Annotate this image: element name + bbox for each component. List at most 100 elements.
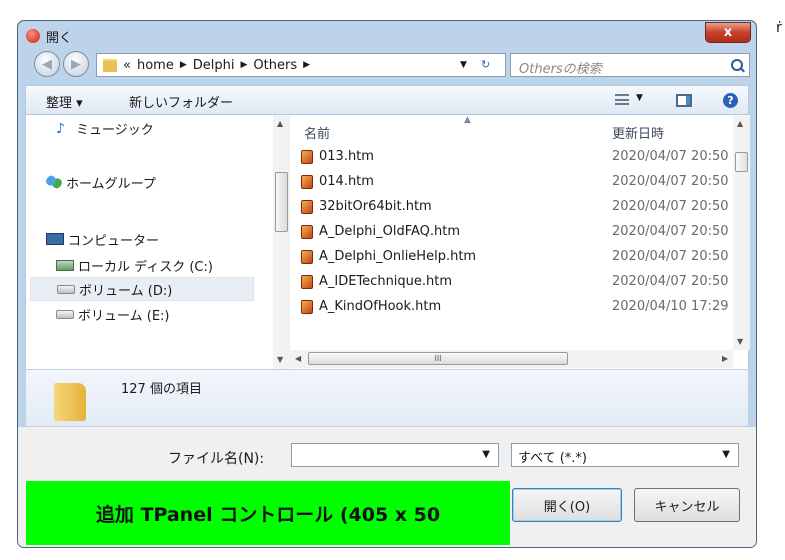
file-date: 2020/04/07 20:50 — [612, 149, 729, 164]
view-icon[interactable] — [615, 94, 629, 105]
file-name: A_KindOfHook.htm — [319, 299, 442, 314]
dialog-footer: ファイル名(N): ▼ すべて (*.*) ▼ 追加 TPanel コントロール… — [18, 427, 756, 547]
sort-ascending-icon: ▲ — [464, 115, 471, 125]
nav-item-label: ローカル ディスク (C:) — [78, 259, 213, 275]
search-input[interactable]: Othersの検索 — [519, 58, 602, 77]
file-row[interactable]: 32bitOr64bit.htm 2020/04/07 20:50 — [290, 194, 733, 219]
column-header-date[interactable]: 更新日時 — [612, 123, 664, 142]
filetype-value: すべて (*.*) — [518, 451, 587, 466]
breadcrumb-overflow[interactable]: « — [123, 58, 131, 73]
drive-icon — [56, 309, 74, 319]
scroll-down-icon[interactable]: ▼ — [277, 355, 283, 364]
back-button[interactable]: ◀ — [34, 51, 60, 77]
file-date: 2020/04/07 20:50 — [612, 224, 729, 239]
nav-item-computer[interactable]: コンピューター — [46, 227, 159, 251]
cancel-button[interactable]: キャンセル — [634, 488, 740, 522]
forward-button[interactable]: ▶ — [63, 51, 89, 77]
open-button[interactable]: 開く(O) — [512, 488, 622, 522]
file-date: 2020/04/10 17:29 — [612, 299, 729, 314]
scroll-thumb[interactable] — [275, 172, 288, 232]
chevron-right-icon[interactable]: ▶ — [240, 60, 247, 70]
window-title: 開く — [46, 31, 73, 46]
search-icon[interactable] — [731, 59, 743, 71]
html-file-icon — [301, 225, 313, 239]
scroll-thumb[interactable]: III — [308, 352, 568, 365]
search-box[interactable]: Othersの検索 — [510, 53, 750, 77]
scroll-up-icon[interactable]: ▲ — [737, 119, 743, 128]
organize-button[interactable]: 整理 ▾ — [46, 92, 83, 111]
nav-item-volume-e[interactable]: ボリューム (E:) — [56, 302, 169, 326]
file-name: 013.htm — [319, 149, 374, 164]
drive-icon — [57, 284, 75, 294]
file-list: ▲ 名前 更新日時 013.htm 2020/04/07 20:50 014.h… — [290, 115, 733, 350]
file-row[interactable]: 014.htm 2020/04/07 20:50 — [290, 169, 733, 194]
breadcrumb-others[interactable]: Others — [253, 58, 297, 73]
file-name: A_IDETechnique.htm — [319, 274, 453, 289]
chevron-down-icon[interactable]: ▼ — [722, 449, 730, 460]
nav-item-music[interactable]: ♪ ミュージック — [56, 116, 154, 140]
preview-pane-icon[interactable] — [676, 94, 692, 107]
new-folder-button[interactable]: 新しいフォルダー — [129, 92, 233, 111]
music-icon: ♪ — [56, 121, 65, 137]
app-icon — [26, 29, 40, 43]
file-list-scrollbar[interactable]: ▲ ▼ — [733, 115, 750, 350]
nav-item-label: ホームグループ — [66, 176, 156, 192]
nav-item-label: ボリューム (D:) — [79, 283, 173, 299]
refresh-icon[interactable]: ↻ — [481, 58, 490, 71]
nav-scrollbar[interactable]: ▲ ▼ — [273, 115, 290, 369]
nav-item-label: ボリューム (E:) — [78, 308, 170, 324]
edge-text: ṙ — [776, 20, 782, 36]
chevron-right-icon[interactable]: ▶ — [303, 60, 310, 70]
details-pane: 127 個の項目 — [25, 369, 749, 427]
breadcrumb-home[interactable]: home — [137, 58, 174, 73]
scroll-up-icon[interactable]: ▲ — [277, 119, 283, 128]
nav-item-volume-d[interactable]: ボリューム (D:) — [30, 277, 254, 301]
navigation-pane: ♪ ミュージック ホームグループ コンピューター ローカル ディスク (C:) … — [26, 115, 273, 369]
file-date: 2020/04/07 20:50 — [612, 199, 729, 214]
file-name: 32bitOr64bit.htm — [319, 199, 432, 214]
html-file-icon — [301, 275, 313, 289]
file-name: A_Delphi_OnlieHelp.htm — [319, 249, 477, 264]
command-toolbar: 整理 ▾ 新しいフォルダー ▼ ? — [25, 85, 749, 115]
chevron-down-icon[interactable]: ▼ — [482, 449, 490, 460]
computer-icon — [46, 233, 64, 245]
nav-item-label: ミュージック — [76, 122, 154, 138]
breadcrumb-delphi[interactable]: Delphi — [193, 58, 235, 73]
close-button[interactable]: x — [705, 22, 751, 43]
filename-label: ファイル名(N): — [168, 451, 265, 467]
file-row[interactable]: A_IDETechnique.htm 2020/04/07 20:50 — [290, 269, 733, 294]
file-row[interactable]: A_Delphi_OnlieHelp.htm 2020/04/07 20:50 — [290, 244, 733, 269]
chevron-right-icon[interactable]: ▶ — [180, 60, 187, 70]
horizontal-scrollbar[interactable]: ◀ III ▶ — [290, 350, 733, 368]
back-arrow-icon: ◀ — [42, 56, 52, 72]
scroll-down-icon[interactable]: ▼ — [737, 337, 743, 346]
filetype-select[interactable]: すべて (*.*) ▼ — [511, 443, 739, 467]
filename-input[interactable]: ▼ — [291, 443, 499, 467]
scroll-thumb[interactable] — [735, 152, 748, 172]
homegroup-icon — [46, 175, 62, 189]
file-row[interactable]: A_KindOfHook.htm 2020/04/10 17:29 — [290, 294, 733, 319]
column-header-name[interactable]: 名前 — [304, 123, 330, 142]
open-dialog: 開く x ◀ ▶ « home ▶ Delphi ▶ Others ▶ ▼ ↻ … — [17, 20, 757, 548]
file-row[interactable]: 013.htm 2020/04/07 20:50 — [290, 144, 733, 169]
html-file-icon — [301, 175, 313, 189]
item-count: 127 個の項目 — [121, 382, 202, 397]
file-row[interactable]: A_Delphi_OldFAQ.htm 2020/04/07 20:50 — [290, 219, 733, 244]
html-file-icon — [301, 300, 313, 314]
folder-icon — [54, 383, 86, 421]
address-bar[interactable]: « home ▶ Delphi ▶ Others ▶ — [96, 53, 506, 77]
html-file-icon — [301, 150, 313, 164]
forward-arrow-icon: ▶ — [71, 56, 81, 72]
title-bar: 開く x — [18, 21, 756, 49]
file-date: 2020/04/07 20:50 — [612, 249, 729, 264]
file-date: 2020/04/07 20:50 — [612, 174, 729, 189]
folder-icon — [103, 58, 117, 72]
chevron-down-icon[interactable]: ▼ — [460, 60, 467, 70]
scroll-left-icon[interactable]: ◀ — [295, 354, 301, 363]
tpanel-overlay: 追加 TPanel コントロール (405 x 50 — [26, 481, 510, 545]
chevron-down-icon[interactable]: ▼ — [636, 93, 643, 103]
nav-item-local-disk-c[interactable]: ローカル ディスク (C:) — [56, 253, 213, 277]
help-icon[interactable]: ? — [723, 93, 738, 108]
nav-item-homegroup[interactable]: ホームグループ — [46, 170, 156, 194]
scroll-right-icon[interactable]: ▶ — [722, 354, 728, 363]
